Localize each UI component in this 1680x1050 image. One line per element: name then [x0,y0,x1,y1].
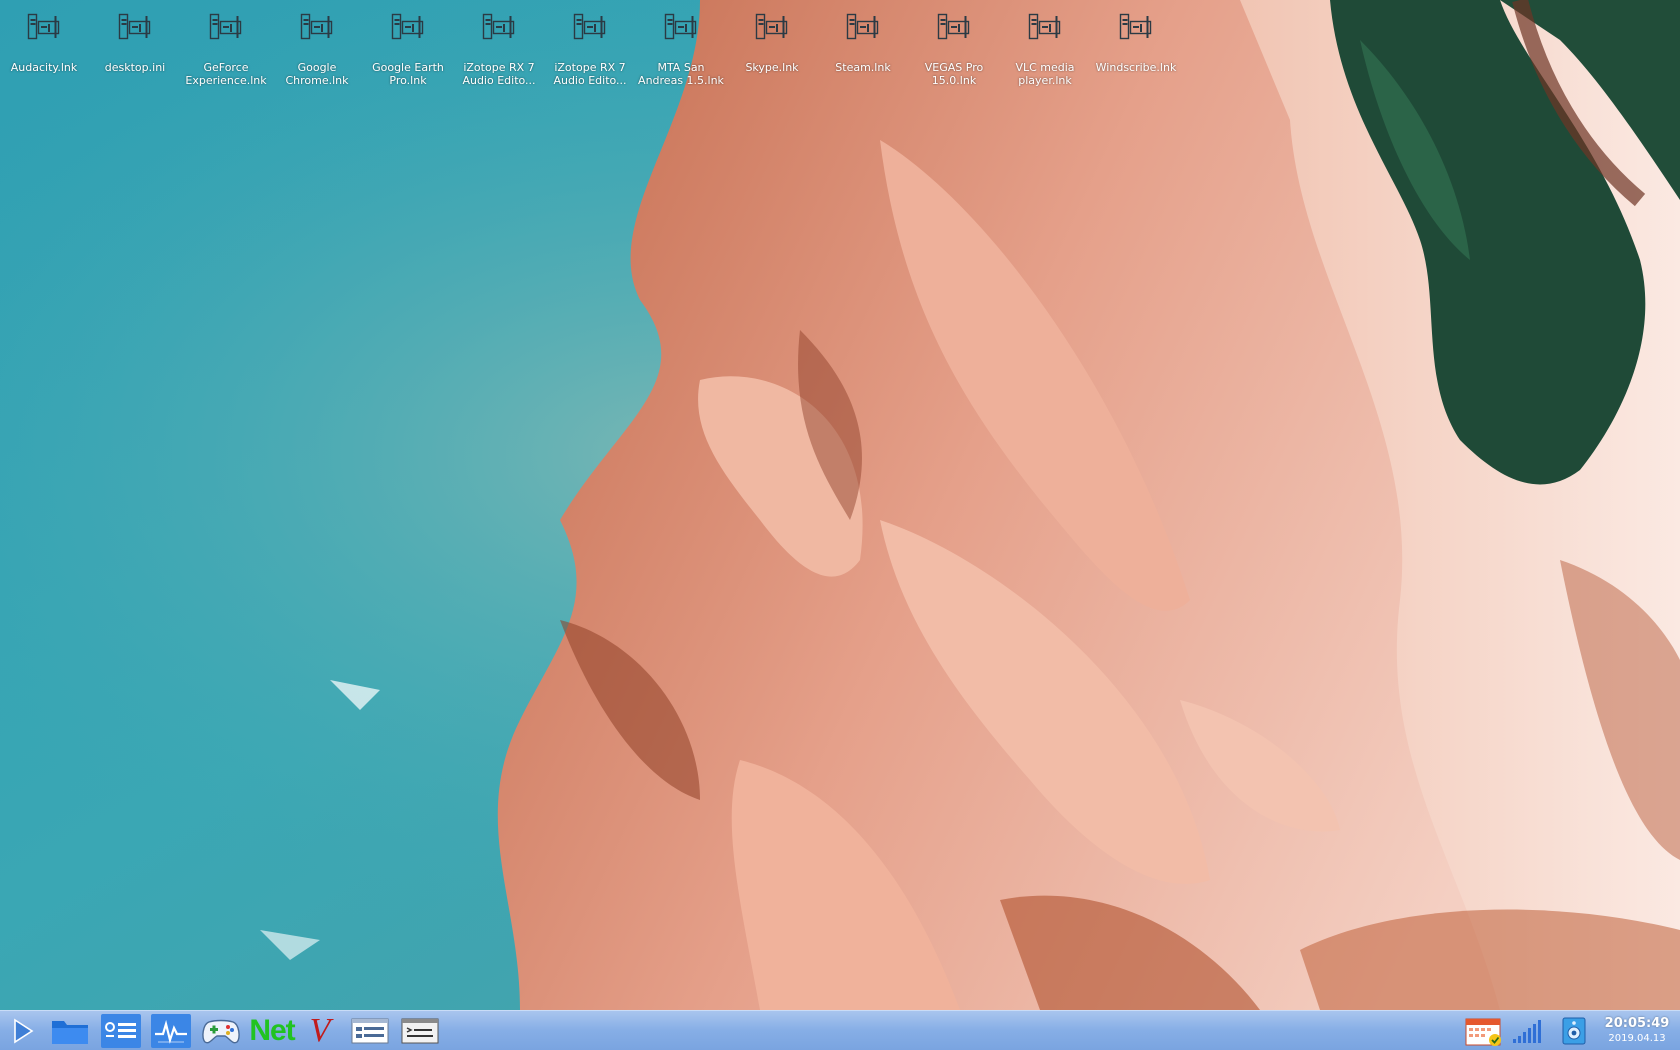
desktop-icon-label: Windscribe.lnk [1095,61,1177,74]
desktop-icon[interactable]: desktop.ini [90,8,180,88]
desktop-icon[interactable]: VEGAS Pro 15.0.lnk [909,8,999,88]
speaker-device-icon [1562,1017,1586,1045]
desktop-icon-label: MTA San Andreas 1.5.lnk [638,61,724,87]
shortcut-file-icon [27,10,61,44]
desktop-icon-label: VLC media player.lnk [1015,61,1075,87]
wallpaper-image [0,0,1680,1010]
desktop-icon-label: Skype.lnk [745,61,799,74]
folder-icon [52,1021,88,1044]
start-menu-button[interactable] [2,1014,42,1048]
desktop-icon-label: Google Earth Pro.lnk [372,61,444,87]
shortcut-file-icon [846,10,880,44]
terminal-icon [401,1018,439,1044]
task-list-button[interactable] [101,1014,141,1048]
desktop-icon-label: iZotope RX 7 Audio Edito... [553,61,627,87]
shortcut-file-icon [391,10,425,44]
shortcut-file-icon [118,10,152,44]
network-signal-tray[interactable] [1508,1014,1548,1048]
shortcut-file-icon [573,10,607,44]
window-list-button[interactable] [350,1014,390,1048]
file-manager-button[interactable] [50,1014,90,1048]
terminal-button[interactable] [400,1014,440,1048]
shortcut-file-icon [482,10,516,44]
shortcut-file-icon [1119,10,1153,44]
desktop-icon-row: Audacity.lnk desktop.ini GeForce Experienc… [0,0,1680,90]
desktop-icon-label: Audacity.lnk [10,61,78,74]
net-text-icon: Net [249,1014,295,1047]
task-list-icon [105,1022,136,1038]
shortcut-file-icon [755,10,789,44]
desktop-icon[interactable]: Skype.lnk [727,8,817,88]
clock-time: 20:05:49 [1604,1016,1670,1031]
signal-bars-icon [1513,1020,1541,1043]
gamepad-icon [202,1019,240,1044]
shortcut-file-icon [300,10,334,44]
desktop-icon[interactable]: MTA San Andreas 1.5.lnk [636,8,726,88]
calendar-tray[interactable] [1464,1014,1504,1048]
shortcut-file-icon [1028,10,1062,44]
desktop-icon-label: Google Chrome.lnk [285,61,349,87]
desktop-icon[interactable]: iZotope RX 7 Audio Edito... [454,8,544,88]
desktop-icon[interactable]: Windscribe.lnk [1091,8,1181,88]
system-monitor-button[interactable] [151,1014,191,1048]
desktop-icon-label: Steam.lnk [835,61,891,74]
calendar-check-icon [1465,1018,1501,1046]
desktop-icon-label: iZotope RX 7 Audio Edito... [462,61,536,87]
desktop-icon[interactable]: GeForce Experience.lnk [181,8,271,88]
clock-date: 2019.04.13 [1608,1033,1666,1044]
clock[interactable]: 20:05:49 2019.04.13 [1604,1015,1670,1046]
desktop-icon-label: GeForce Experience.lnk [185,61,267,87]
network-button[interactable]: Net [249,1014,295,1048]
window-list-icon [351,1018,389,1044]
v-letter-icon: V [309,1012,331,1049]
desktop-icon[interactable]: VLC media player.lnk [1000,8,1090,88]
shortcut-file-icon [209,10,243,44]
pulse-icon [155,1019,187,1044]
desktop[interactable]: Audacity.lnk desktop.ini GeForce Experienc… [0,0,1680,1010]
games-button[interactable] [201,1014,241,1048]
editor-button[interactable]: V [300,1012,340,1049]
audio-tray[interactable] [1554,1014,1594,1048]
shortcut-file-icon [664,10,698,44]
desktop-icon-label: desktop.ini [104,61,166,74]
desktop-icon[interactable]: iZotope RX 7 Audio Edito... [545,8,635,88]
desktop-icon[interactable]: Audacity.lnk [0,8,89,88]
play-triangle-icon [14,1018,34,1044]
taskbar: Net V 20:05:49 2019.04.13 [0,1010,1680,1050]
desktop-icon[interactable]: Steam.lnk [818,8,908,88]
desktop-icon[interactable]: Google Chrome.lnk [272,8,362,88]
desktop-icon-label: VEGAS Pro 15.0.lnk [924,61,984,87]
shortcut-file-icon [937,10,971,44]
desktop-icon[interactable]: Google Earth Pro.lnk [363,8,453,88]
